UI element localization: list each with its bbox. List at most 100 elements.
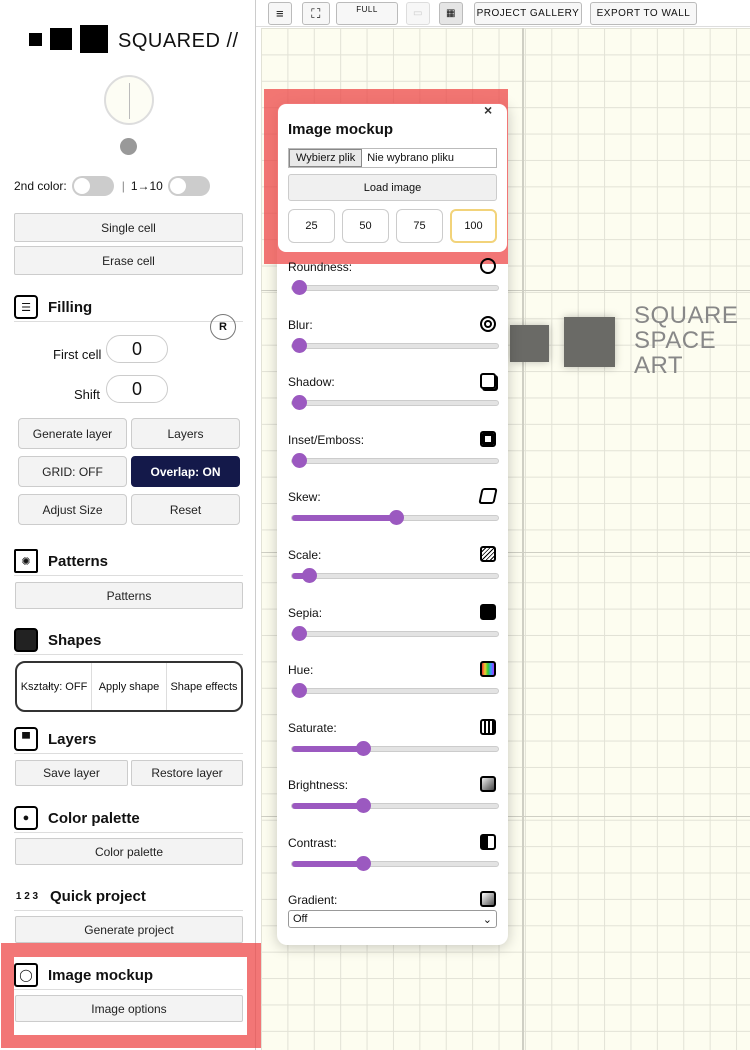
slider-label: Hue: — [288, 663, 314, 678]
slider-thumb[interactable] — [292, 280, 307, 295]
logo-square-small — [29, 33, 42, 46]
filling-section-header: ☰ Filling — [14, 295, 243, 322]
palette-icon: ● — [14, 806, 38, 830]
slider-track[interactable] — [291, 625, 499, 641]
image-mockup-title: Image mockup — [48, 966, 154, 984]
save-layer-button[interactable]: Save layer — [15, 760, 128, 786]
slider-fill — [292, 515, 396, 522]
generate-project-button[interactable]: Generate project — [15, 916, 243, 943]
slider-label: Scale: — [288, 548, 322, 562]
slider-thumb[interactable] — [302, 568, 317, 583]
slider-track[interactable] — [291, 683, 499, 699]
slider-fill — [292, 745, 363, 752]
slider-thumb[interactable] — [292, 625, 307, 641]
shift-label: Shift — [74, 387, 101, 402]
image-mockup-icon: ◯ — [14, 963, 38, 987]
shadow-icon — [480, 373, 496, 390]
image-options-button[interactable]: Image options — [15, 995, 243, 1022]
overlap-toggle-button[interactable]: Overlap: ON — [131, 456, 240, 487]
load-image-button[interactable]: Load image — [288, 174, 497, 201]
quick-project-section-header: 1 2 3 Quick project — [14, 884, 243, 911]
inset-icon — [480, 430, 496, 447]
reset-badge[interactable]: R — [210, 314, 236, 340]
single-cell-button[interactable]: Single cell — [14, 213, 243, 242]
generate-layer-button[interactable]: Generate layer — [18, 418, 127, 449]
gradient-select-value: Off — [293, 913, 308, 925]
slider-label: Contrast: — [288, 836, 337, 850]
color-palette-title: Color palette — [48, 809, 140, 827]
slider-track[interactable] — [291, 280, 499, 295]
second-color-label: 2nd color: — [14, 179, 67, 193]
size-100-button[interactable]: 100 — [450, 209, 497, 243]
choose-file-button[interactable]: Wybierz plik — [289, 149, 363, 167]
slider-label: Brightness: — [288, 778, 349, 793]
logo: SQUARED // — [29, 25, 239, 53]
sepia-icon — [480, 603, 496, 620]
layers-section-header: ▀ Layers — [14, 727, 243, 754]
second-color-toggle[interactable] — [71, 176, 114, 196]
grid-icon[interactable]: ▦ — [439, 2, 463, 25]
rotation-dial[interactable] — [104, 75, 154, 125]
slider-label: Skew: — [288, 490, 321, 505]
slider-thumb[interactable] — [356, 740, 371, 756]
project-gallery-button[interactable]: PROJECT GALLERY — [474, 2, 582, 25]
shapes-toggle-button[interactable]: Kształty: OFF — [17, 663, 92, 710]
slider-track[interactable] — [291, 856, 499, 871]
slider-thumb[interactable] — [292, 337, 307, 353]
canvas-square-small[interactable] — [510, 325, 549, 362]
layers-icon: ▀ — [14, 727, 38, 751]
shift-input[interactable]: 0 — [106, 375, 168, 403]
slider-track[interactable] — [291, 395, 499, 411]
divider: | — [121, 179, 125, 193]
erase-cell-button[interactable]: Erase cell — [14, 246, 243, 275]
range-toggle[interactable] — [167, 176, 210, 196]
toolbar: ≡ ⛶ FULL ▭ ▦ PROJECT GALLERY EXPORT TO W… — [256, 0, 750, 27]
slider-track[interactable] — [291, 740, 499, 756]
patterns-button[interactable]: Patterns — [15, 582, 243, 609]
slider-thumb[interactable] — [292, 452, 307, 468]
adjust-size-button[interactable]: Adjust Size — [18, 494, 127, 525]
size-25-button[interactable]: 25 — [288, 209, 335, 243]
shape-effects-button[interactable]: Shape effects — [167, 663, 241, 710]
shapes-button-group: Kształty: OFF Apply shape Shape effects — [15, 661, 243, 712]
toggle-row: 2nd color: | 1→10 — [14, 176, 210, 196]
shapes-icon — [14, 628, 38, 652]
patterns-title: Patterns — [48, 552, 109, 570]
image-mockup-section-header: ◯ Image mockup — [14, 963, 243, 990]
slider-track[interactable] — [291, 452, 499, 468]
grid-toggle-button[interactable]: GRID: OFF — [18, 456, 127, 487]
slider-track[interactable] — [291, 337, 499, 353]
menu-icon[interactable]: ≡ — [268, 2, 292, 25]
full-button[interactable]: FULL — [336, 2, 398, 25]
reset-button[interactable]: Reset — [131, 494, 240, 525]
layers-button[interactable]: Layers — [131, 418, 240, 449]
export-to-wall-button[interactable]: EXPORT TO WALL — [590, 2, 697, 25]
color-dot[interactable] — [120, 138, 137, 155]
slider-track[interactable] — [291, 798, 499, 814]
close-icon[interactable]: × — [484, 102, 492, 118]
canvas-square-large[interactable] — [564, 317, 615, 367]
shapes-title: Shapes — [48, 631, 102, 649]
gradient-select[interactable]: Off ⌄ — [288, 910, 497, 928]
slider-track[interactable] — [291, 510, 499, 526]
slider-thumb[interactable] — [356, 856, 371, 871]
art-line-2: SPACE — [634, 327, 717, 354]
size-50-button[interactable]: 50 — [342, 209, 389, 243]
patterns-section-header: ✺ Patterns — [14, 549, 243, 576]
apply-shape-button[interactable]: Apply shape — [92, 663, 167, 710]
first-cell-input[interactable]: 0 — [106, 335, 168, 363]
size-75-button[interactable]: 75 — [396, 209, 443, 243]
brightness-icon — [480, 776, 496, 793]
fullscreen-icon[interactable]: ⛶ — [302, 2, 330, 25]
patterns-icon: ✺ — [14, 549, 38, 573]
color-palette-button[interactable]: Color palette — [15, 838, 243, 865]
blur-icon — [480, 315, 496, 332]
chevron-down-icon: ⌄ — [482, 913, 492, 926]
quick-project-title: Quick project — [50, 887, 146, 905]
color-palette-section-header: ● Color palette — [14, 806, 243, 833]
restore-layer-button[interactable]: Restore layer — [131, 760, 243, 786]
slider-track[interactable] — [291, 568, 499, 583]
slider-label: Blur: — [288, 317, 313, 332]
file-input[interactable]: Wybierz plik Nie wybrano pliku — [288, 148, 497, 168]
gradient-label: Gradient: — [288, 893, 338, 907]
